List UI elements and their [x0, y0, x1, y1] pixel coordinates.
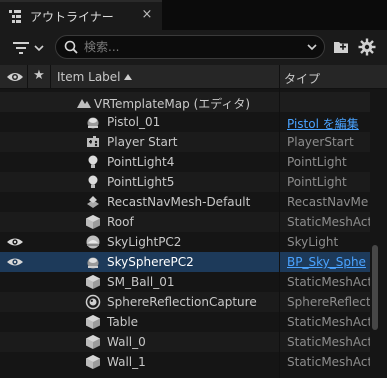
player-start-icon [87, 136, 99, 147]
world-row[interactable]: VRTemplateMap (エディタ) [0, 92, 370, 112]
static-mesh-icon [86, 335, 100, 349]
tab-outliner[interactable]: アウトライナー × [0, 0, 162, 30]
visibility-eye-icon[interactable] [5, 68, 25, 86]
actor-name: SphereReflectionCapture [107, 295, 257, 309]
outliner-row[interactable]: Wall_1 StaticMeshAct [0, 352, 370, 372]
navmesh-icon [87, 196, 99, 208]
actor-name: SM_Ball_01 [107, 275, 175, 289]
actor-type: StaticMeshAct [287, 275, 370, 289]
search-icon [64, 40, 78, 54]
outliner-icon [9, 10, 21, 23]
static-mesh-icon [86, 215, 100, 229]
outliner-row[interactable]: SphereReflectionCapture SphereReflect [0, 292, 370, 312]
pistol-mesh-icon [87, 117, 99, 129]
actor-type: SkyLight [287, 235, 339, 249]
outliner-row[interactable]: SkySpherePC2 BP_Sky_Sphe [0, 252, 370, 272]
outliner-row[interactable]: Pistol_01 Pistol を編集 [0, 112, 370, 132]
actor-type: PointLight [287, 175, 347, 189]
actor-type: StaticMeshAct [287, 215, 370, 229]
outliner-panel: アウトライナー × 検索... ★ Item Label タイプ VRTempl… [0, 0, 387, 378]
actor-type: StaticMeshAct [287, 355, 370, 369]
column-header: ★ Item Label タイプ [0, 65, 387, 89]
sky-light-icon [86, 235, 100, 249]
actor-type: StaticMeshAct [287, 315, 370, 329]
outliner-tree: VRTemplateMap (エディタ) Pistol_01 Pistol を編集… [0, 89, 370, 378]
column-divider [279, 89, 280, 378]
actor-type-link[interactable]: BP_Sky_Sphe [287, 255, 370, 269]
scrollbar-thumb[interactable] [372, 245, 378, 330]
actor-type: PlayerStart [287, 135, 354, 149]
visibility-eye-icon[interactable] [6, 256, 24, 268]
actor-name: Roof [107, 215, 134, 229]
actor-name: SkySpherePC2 [107, 255, 194, 269]
filter-icon[interactable] [11, 39, 47, 57]
column-divider[interactable] [279, 65, 280, 89]
outliner-row[interactable]: PointLight5 PointLight [0, 172, 370, 192]
column-divider [50, 65, 51, 89]
column-divider [27, 65, 28, 89]
outliner-row[interactable]: PointLight4 PointLight [0, 152, 370, 172]
actor-name: SkyLightPC2 [107, 235, 182, 249]
star-icon[interactable]: ★ [31, 68, 47, 86]
static-mesh-icon [86, 315, 100, 329]
gear-icon[interactable] [358, 38, 376, 56]
outliner-row[interactable]: RecastNavMesh-Default RecastNavMe [0, 192, 370, 212]
outliner-row[interactable]: Player Start PlayerStart [0, 132, 370, 152]
outliner-row[interactable]: SkyLightPC2 SkyLight [0, 232, 370, 252]
world-icon [77, 99, 91, 108]
actor-name: PointLight4 [107, 155, 175, 169]
sort-ascending-icon [124, 74, 132, 80]
actor-type: StaticMeshAct [287, 335, 370, 349]
type-header[interactable]: タイプ [284, 70, 320, 87]
actor-name: Pistol_01 [107, 115, 161, 129]
actor-type: RecastNavMe [287, 195, 369, 209]
add-folder-icon[interactable] [333, 39, 349, 55]
actor-name: Table [107, 315, 139, 329]
search-input[interactable] [84, 38, 284, 56]
outliner-row[interactable]: SM_Ball_01 StaticMeshAct [0, 272, 370, 292]
reflection-capture-icon [85, 294, 101, 310]
toolbar [0, 30, 387, 65]
actor-name: PointLight5 [107, 175, 175, 189]
point-light-icon [88, 155, 98, 168]
outliner-row[interactable]: Wall_0 StaticMeshAct [0, 332, 370, 352]
visibility-eye-icon[interactable] [6, 236, 24, 248]
world-name: VRTemplateMap (エディタ) [94, 97, 251, 111]
actor-name: RecastNavMesh-Default [107, 195, 251, 209]
outliner-row[interactable]: Table StaticMeshAct [0, 312, 370, 332]
tab-bar: アウトライナー × [0, 0, 387, 30]
chevron-down-icon[interactable] [307, 42, 317, 52]
close-icon[interactable]: × [140, 7, 154, 23]
actor-type: SphereReflect [287, 295, 370, 309]
item-label-header[interactable]: Item Label [57, 70, 121, 84]
actor-name: Wall_0 [107, 335, 146, 349]
search-box [55, 35, 325, 59]
actor-name: Player Start [107, 135, 178, 149]
sky-sphere-icon [87, 257, 99, 269]
tab-title: アウトライナー [30, 10, 114, 24]
static-mesh-icon [86, 275, 100, 289]
outliner-row[interactable]: Roof StaticMeshAct [0, 212, 370, 232]
actor-name: Wall_1 [107, 355, 146, 369]
actor-type-link[interactable]: Pistol を編集 [287, 115, 370, 132]
point-light-icon [88, 175, 98, 188]
static-mesh-icon [86, 355, 100, 369]
actor-type: PointLight [287, 155, 347, 169]
scrollbar-track[interactable] [372, 89, 380, 378]
